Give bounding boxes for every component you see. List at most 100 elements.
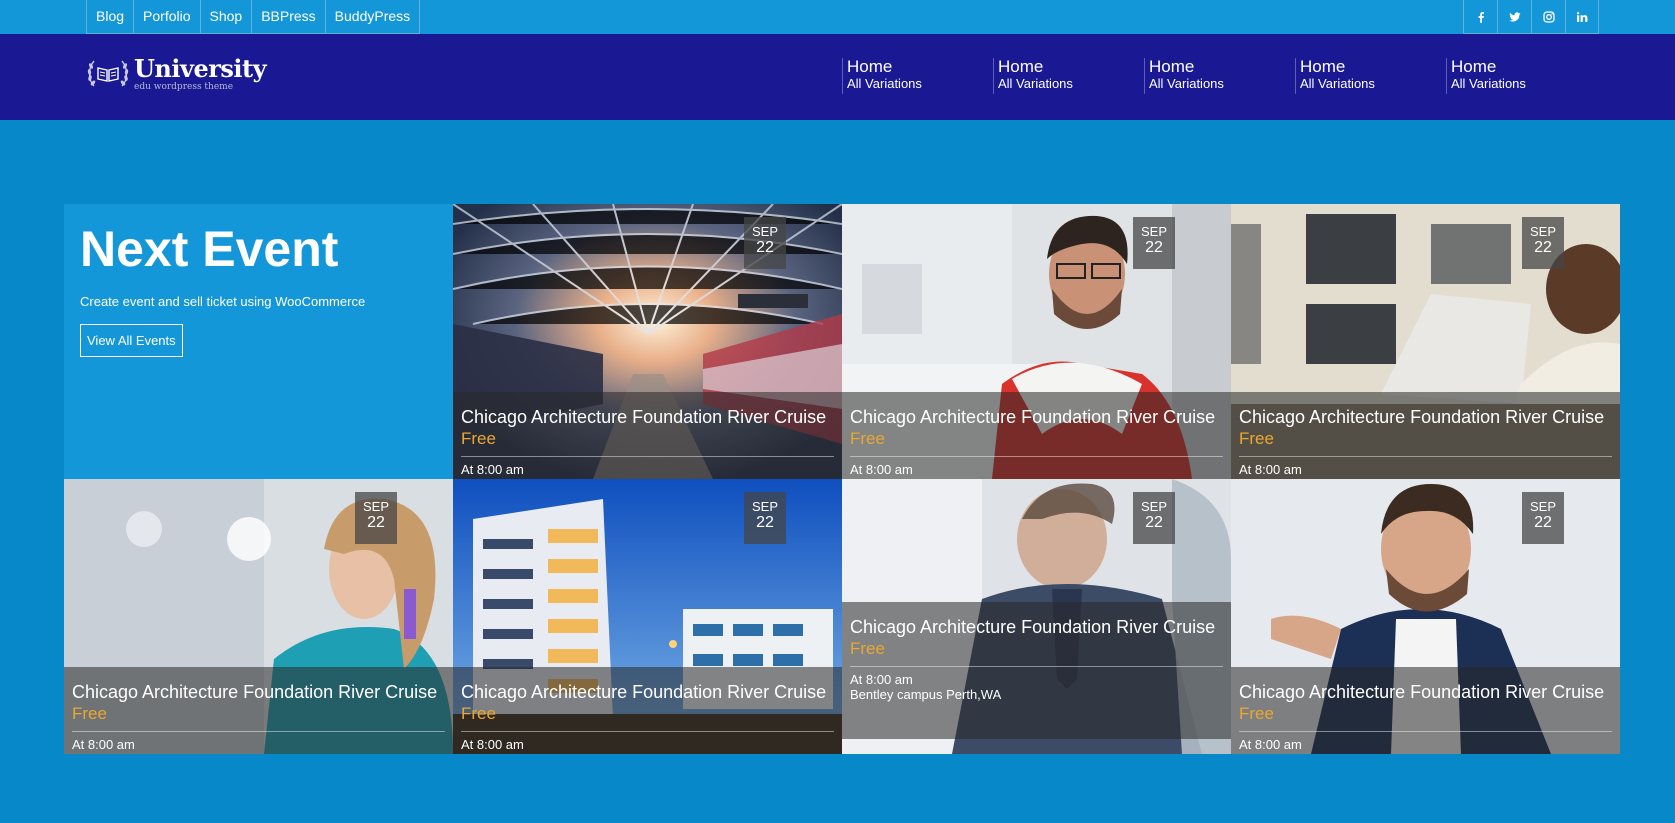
event-time: At 8:00 am <box>1239 462 1302 477</box>
event-info: Chicago Architecture Foundation River Cr… <box>64 667 453 754</box>
event-card[interactable]: SEP 22 Chicago Architecture Foundation R… <box>842 479 1231 754</box>
event-price: Free <box>850 429 885 448</box>
event-title[interactable]: Chicago Architecture Foundation River Cr… <box>72 681 445 703</box>
nav-item-home-2[interactable]: Home All Variations <box>993 58 1144 94</box>
event-price: Free <box>461 429 496 448</box>
facebook-icon[interactable] <box>1463 0 1497 34</box>
event-card[interactable]: SEP 22 Chicago Architecture Foundation R… <box>64 479 453 754</box>
event-title[interactable]: Chicago Architecture Foundation River Cr… <box>461 681 834 703</box>
divider <box>850 666 1223 667</box>
event-title[interactable]: Chicago Architecture Foundation River Cr… <box>1239 406 1612 428</box>
event-month: SEP <box>751 224 778 239</box>
event-date-badge: SEP 22 <box>1522 217 1564 269</box>
event-price: Free <box>72 704 107 723</box>
event-info: Chicago Architecture Foundation River Cr… <box>453 392 842 479</box>
nav-item-label: Home <box>1300 57 1346 76</box>
nav-item-home-3[interactable]: Home All Variations <box>1144 58 1295 94</box>
top-link-shop[interactable]: Shop <box>199 0 252 34</box>
event-time: At 8:00 am <box>461 462 524 477</box>
top-link-blog[interactable]: Blog <box>86 0 134 34</box>
nav-item-label: Home <box>1149 57 1195 76</box>
event-price: Free <box>461 704 496 723</box>
event-title[interactable]: Chicago Architecture Foundation River Cr… <box>850 406 1223 428</box>
event-month: SEP <box>1140 499 1167 514</box>
event-title[interactable]: Chicago Architecture Foundation River Cr… <box>461 406 834 428</box>
event-title[interactable]: Chicago Architecture Foundation River Cr… <box>850 616 1223 638</box>
event-info: Chicago Architecture Foundation River Cr… <box>1231 392 1620 479</box>
nav-item-home-4[interactable]: Home All Variations <box>1295 58 1446 94</box>
event-day: 22 <box>367 514 385 531</box>
event-day: 22 <box>756 239 774 256</box>
event-month: SEP <box>1529 224 1556 239</box>
event-day: 22 <box>1534 514 1552 531</box>
event-date-badge: SEP 22 <box>1522 492 1564 544</box>
event-day: 22 <box>756 514 774 531</box>
nav-item-sublabel: All Variations <box>998 76 1073 91</box>
event-day: 22 <box>1534 239 1552 256</box>
view-all-events-button[interactable]: View All Events <box>80 324 183 357</box>
event-date-badge: SEP 22 <box>744 217 786 269</box>
event-card[interactable]: SEP 22 Chicago Architecture Foundation R… <box>453 479 842 754</box>
section-description: Create event and sell ticket using WooCo… <box>80 294 366 309</box>
event-date-badge: SEP 22 <box>355 492 397 544</box>
event-title[interactable]: Chicago Architecture Foundation River Cr… <box>1239 681 1612 703</box>
divider <box>72 731 445 732</box>
top-links: Blog Porfolio Shop BBPress BuddyPress <box>86 0 421 34</box>
nav-item-sublabel: All Variations <box>1451 76 1526 91</box>
event-time: At 8:00 am <box>72 737 135 752</box>
divider <box>461 456 834 457</box>
event-date-badge: SEP 22 <box>1133 217 1175 269</box>
divider <box>1239 731 1612 732</box>
event-price: Free <box>1239 429 1274 448</box>
top-link-buddypress[interactable]: BuddyPress <box>324 0 421 34</box>
next-event-intro: Next Event Create event and sell ticket … <box>64 204 453 479</box>
event-time: At 8:00 am <box>1239 737 1302 752</box>
divider <box>1239 456 1612 457</box>
linkedin-icon[interactable] <box>1565 0 1599 34</box>
event-info: Chicago Architecture Foundation River Cr… <box>1231 667 1620 754</box>
top-link-bbpress[interactable]: BBPress <box>251 0 325 34</box>
event-day: 22 <box>1145 239 1163 256</box>
nav-item-home-1[interactable]: Home All Variations <box>842 58 993 94</box>
event-time: At 8:00 am <box>850 672 913 687</box>
logo-title: University <box>134 53 267 83</box>
event-info: Chicago Architecture Foundation River Cr… <box>453 667 842 754</box>
event-time: At 8:00 am <box>850 462 913 477</box>
nav-item-sublabel: All Variations <box>1149 76 1224 91</box>
event-info: Chicago Architecture Foundation River Cr… <box>842 392 1231 479</box>
event-card[interactable]: SEP 22 Chicago Architecture Foundation R… <box>1231 479 1620 754</box>
nav-item-sublabel: All Variations <box>1300 76 1375 91</box>
twitter-icon[interactable] <box>1497 0 1531 34</box>
event-price: Free <box>1239 704 1274 723</box>
event-month: SEP <box>1529 499 1556 514</box>
top-link-portfolio[interactable]: Porfolio <box>133 0 200 34</box>
top-bar: Blog Porfolio Shop BBPress BuddyPress <box>0 0 1675 34</box>
nav-item-label: Home <box>847 57 893 76</box>
event-card[interactable]: SEP 22 Chicago Architecture Foundation R… <box>453 204 842 479</box>
events-grid: Next Event Create event and sell ticket … <box>64 204 1620 754</box>
event-card[interactable]: SEP 22 Chicago Architecture Foundation R… <box>1231 204 1620 479</box>
main-nav: Home All Variations Home All Variations … <box>842 58 1597 94</box>
event-month: SEP <box>1140 224 1167 239</box>
logo-subtitle: edu wordpress theme <box>134 81 234 92</box>
site-logo[interactable]: University edu wordpress theme <box>86 53 267 92</box>
divider <box>461 731 834 732</box>
section-title: Next Event <box>80 221 339 277</box>
event-time: At 8:00 am <box>461 737 524 752</box>
event-card[interactable]: SEP 22 Chicago Architecture Foundation R… <box>842 204 1231 479</box>
nav-item-label: Home <box>998 57 1044 76</box>
event-month: SEP <box>362 499 389 514</box>
nav-item-home-5[interactable]: Home All Variations <box>1446 58 1597 94</box>
nav-item-label: Home <box>1451 57 1497 76</box>
social-links <box>1463 0 1599 34</box>
site-header: University edu wordpress theme Home All … <box>0 34 1675 120</box>
instagram-icon[interactable] <box>1531 0 1565 34</box>
event-month: SEP <box>751 499 778 514</box>
event-date-badge: SEP 22 <box>1133 492 1175 544</box>
event-date-badge: SEP 22 <box>744 492 786 544</box>
nav-item-sublabel: All Variations <box>847 76 922 91</box>
laurel-book-icon <box>87 60 129 87</box>
divider <box>850 456 1223 457</box>
event-location: Bentley campus Perth,WA <box>850 687 1002 702</box>
event-info: Chicago Architecture Foundation River Cr… <box>842 602 1231 739</box>
